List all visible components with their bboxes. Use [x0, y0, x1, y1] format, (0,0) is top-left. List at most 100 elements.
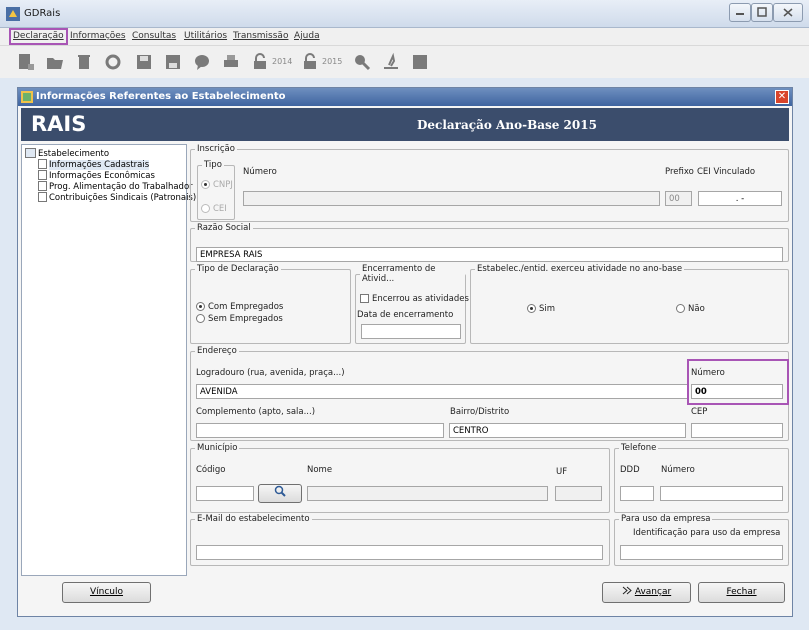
encerrou-label: Encerrou as atividades — [372, 294, 469, 304]
cei-vinculado-input[interactable]: . - — [698, 191, 782, 206]
email-input[interactable] — [196, 545, 603, 560]
menu-transmissao[interactable]: Transmissão — [233, 31, 288, 41]
municipio-legend: Município — [197, 443, 238, 453]
tree-root-label: Estabelecimento — [38, 149, 110, 159]
sim-radio[interactable]: Sim — [527, 304, 555, 314]
menu-utilitarios[interactable]: Utilitários — [184, 31, 227, 41]
rais-logo: RAIS — [31, 112, 87, 136]
open-folder-icon[interactable] — [45, 52, 65, 72]
ddd-input[interactable] — [620, 486, 654, 501]
tree-item-contribuicoes-sindicais[interactable]: Contribuições Sindicais (Patronais) — [38, 192, 196, 203]
menu-consultas[interactable]: Consultas — [132, 31, 176, 41]
sim-label: Sim — [539, 304, 556, 314]
vinculo-label: Vínculo — [89, 587, 124, 597]
search-municipio-button[interactable] — [258, 484, 302, 503]
radio-icon — [196, 314, 205, 323]
save-icon[interactable] — [134, 52, 154, 72]
tree-root-estabelecimento[interactable]: Estabelecimento — [25, 148, 109, 159]
document-icon — [38, 181, 47, 191]
atividade-legend: Estabelec./entid. exerceu atividade no a… — [477, 264, 683, 274]
menu-ajuda[interactable]: Ajuda — [294, 31, 320, 41]
telefone-group: Telefone DDD Número — [614, 443, 789, 513]
email-legend: E-Mail do estabelecimento — [197, 514, 310, 524]
year-2015-label: 2015 — [322, 57, 343, 66]
nao-radio[interactable]: Não — [676, 304, 705, 314]
close-window-button[interactable] — [773, 3, 803, 22]
numero-label: Número — [243, 167, 277, 177]
data-encerramento-input[interactable] — [361, 324, 461, 339]
maximize-button[interactable] — [751, 3, 773, 22]
tree-item-informacoes-economicas[interactable]: Informações Econômicas — [38, 170, 155, 181]
unlock-2015-icon[interactable] — [300, 52, 320, 72]
minimize-button[interactable] — [729, 3, 751, 22]
refresh-icon[interactable] — [103, 52, 123, 72]
encerrou-checkbox[interactable]: Encerrou as atividades — [360, 294, 469, 304]
uf-label: UF — [556, 467, 568, 477]
search-icon[interactable] — [352, 52, 372, 72]
document-icon — [38, 192, 47, 202]
delete-icon[interactable] — [74, 52, 94, 72]
dialog-close-button[interactable]: ✕ — [775, 90, 789, 104]
cep-input[interactable] — [691, 423, 783, 438]
tree-item-informacoes-cadastrais[interactable]: Informações Cadastrais — [38, 159, 150, 170]
cep-label: CEP — [691, 407, 708, 417]
sem-empregados-label: Sem Empregados — [208, 314, 283, 324]
app-icon — [6, 7, 20, 21]
tipo-group: Tipo CNPJ CEI — [197, 160, 235, 220]
cnpj-radio[interactable]: CNPJ — [201, 180, 233, 190]
telefone-numero-input[interactable] — [660, 486, 783, 501]
vinculo-button[interactable]: Vínculo — [62, 582, 151, 603]
nome-municipio-input[interactable] — [307, 486, 548, 501]
rais-banner: RAIS Declaração Ano-Base 2015 — [21, 108, 789, 141]
email-group: E-Mail do estabelecimento — [190, 514, 610, 566]
fechar-button[interactable]: Fechar — [698, 582, 785, 603]
razao-social-group: Razão Social EMPRESA RAIS — [190, 223, 789, 262]
razao-social-legend: Razão Social — [197, 223, 251, 233]
menu-informacoes[interactable]: Informações — [70, 31, 126, 41]
nome-label: Nome — [307, 465, 333, 475]
municipio-group: Município Código Nome UF — [190, 443, 610, 513]
avancar-button[interactable]: Avançar — [602, 582, 691, 603]
endereco-group: Endereço Logradouro (rua, avenida, praça… — [190, 346, 789, 441]
radio-icon — [676, 304, 685, 313]
cei-radio[interactable]: CEI — [201, 204, 227, 214]
inscricao-numero-input[interactable] — [243, 191, 660, 206]
sem-empregados-radio[interactable]: Sem Empregados — [196, 314, 283, 324]
book-icon[interactable] — [410, 52, 430, 72]
bairro-input[interactable]: CENTRO — [449, 423, 686, 438]
window-title: GDRais — [24, 8, 61, 19]
nao-label: Não — [688, 304, 705, 314]
com-empregados-label: Com Empregados — [208, 302, 284, 312]
document-icon — [38, 170, 47, 180]
tree-item-label: Informações Cadastrais — [49, 160, 150, 170]
unlock-2014-icon[interactable] — [250, 52, 270, 72]
new-declaration-icon[interactable] — [16, 52, 36, 72]
menu-declaracao[interactable]: Declaração — [9, 28, 68, 45]
cnpj-label: CNPJ — [213, 180, 233, 190]
complemento-input[interactable] — [196, 423, 444, 438]
save-as-icon[interactable] — [163, 52, 183, 72]
establishment-dialog: Informações Referentes ao Estabeleciment… — [17, 87, 793, 617]
logradouro-input[interactable]: AVENIDA — [196, 384, 689, 399]
print-icon[interactable] — [221, 52, 241, 72]
comment-icon[interactable] — [192, 52, 212, 72]
atividade-group: Estabelec./entid. exerceu atividade no a… — [470, 264, 789, 344]
codigo-input[interactable] — [196, 486, 254, 501]
tipo-legend: Tipo — [204, 160, 222, 170]
endereco-numero-input[interactable]: 00 — [691, 384, 783, 399]
minimize-icon — [736, 13, 744, 15]
com-empregados-radio[interactable]: Com Empregados — [196, 302, 283, 312]
encerramento-legend: Encerramento de Ativid... — [362, 264, 436, 284]
razao-social-input[interactable]: EMPRESA RAIS — [196, 247, 783, 262]
identificacao-input[interactable] — [620, 545, 783, 560]
prefixo-input[interactable]: 00 — [665, 191, 692, 206]
data-encerramento-label: Data de encerramento — [357, 310, 454, 320]
signature-icon[interactable] — [381, 52, 401, 72]
declaration-heading: Declaração Ano-Base 2015 — [417, 118, 597, 132]
tree-item-prog-alimentacao[interactable]: Prog. Alimentação do Trabalhador — [38, 181, 193, 192]
radio-icon — [201, 180, 210, 189]
cei-label: CEI — [213, 204, 227, 214]
tipo-declaracao-group: Tipo de Declaração Com Empregados Sem Em… — [190, 264, 351, 344]
inscricao-legend: Inscrição — [197, 144, 235, 154]
uf-input[interactable] — [555, 486, 602, 501]
